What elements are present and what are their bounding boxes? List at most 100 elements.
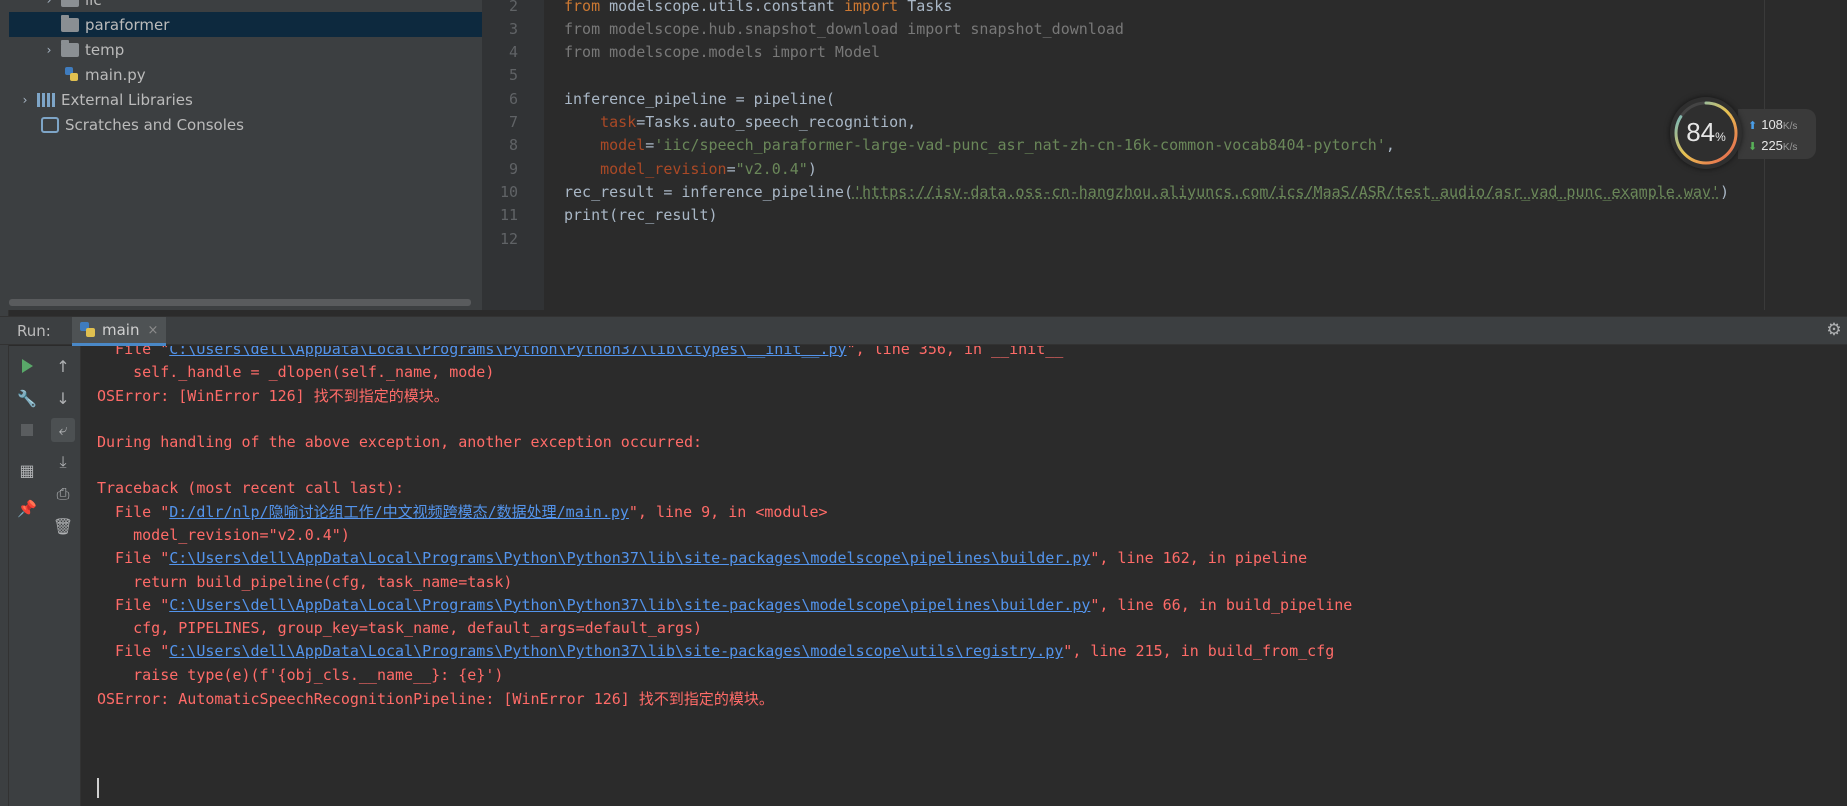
scratches-icon: [41, 116, 59, 133]
file-path-link[interactable]: C:\Users\dell\AppData\Local\Programs\Pyt…: [169, 549, 1090, 567]
line-number: 12: [499, 229, 518, 248]
code-editor[interactable]: 2 from modelscope.utils.constant import T…: [482, 0, 1847, 310]
python-icon: [80, 322, 96, 338]
console-text: self._handle = _dlopen(self._name, mode): [97, 362, 495, 381]
run-tab-label: main: [102, 321, 140, 339]
line-number: 4: [508, 43, 518, 62]
tree-item-label: paraformer: [85, 15, 170, 34]
pin-icon[interactable]: 📌: [15, 496, 39, 520]
print-icon[interactable]: ⎙: [51, 482, 75, 506]
console-text: ", line 9, in <module>: [628, 502, 828, 521]
wrench-icon[interactable]: 🔧: [15, 386, 39, 410]
console-text: ", line 356, in __init__: [846, 346, 1064, 358]
line-number: 10: [499, 182, 518, 201]
code-token: from modelscope.hub.snapshot_download im…: [564, 19, 1124, 38]
code-line: 12: [482, 225, 1847, 252]
run-icon[interactable]: [15, 354, 39, 378]
download-speed: ⬇ 225K/s: [1748, 138, 1797, 153]
code-token: modelscope.utils.constant: [609, 0, 844, 15]
up-arrow-icon[interactable]: ↑: [51, 354, 75, 378]
run-toolbar-primary: 🔧 ▦ 📌: [9, 346, 45, 806]
tree-item-label: temp: [85, 40, 125, 59]
code-token: inference_pipeline = pipeline(: [564, 89, 835, 108]
cpu-percent-value: 84: [1686, 117, 1716, 147]
code-token: (rec_result): [609, 206, 718, 225]
network-speed-widget[interactable]: ⬆ 108K/s ⬇ 225K/s 84%: [1670, 97, 1818, 169]
code-token: 'iic/speech_paraformer-large-vad-punc_as…: [654, 136, 1386, 155]
cpu-gauge: 84%: [1670, 97, 1742, 169]
chevron-right-icon[interactable]: ›: [41, 0, 57, 7]
upload-speed: ⬆ 108K/s: [1748, 117, 1797, 132]
file-path-link[interactable]: D:/dlr/nlp/隐喻讨论组工作/中文视频跨模态/数据处理/main.py: [169, 501, 629, 522]
tree-item-temp[interactable]: › temp: [9, 37, 482, 62]
project-tree: › iic paraformer › temp main.py › Extern…: [0, 0, 482, 310]
console-text: File ": [97, 642, 170, 661]
console-text: ", line 215, in build_from_cfg: [1063, 642, 1335, 661]
code-token: ): [807, 159, 817, 178]
stop-icon[interactable]: [15, 418, 39, 442]
tree-item-scratches[interactable]: Scratches and Consoles: [9, 112, 482, 137]
tree-item-label: External Libraries: [61, 90, 193, 109]
console-text: ", line 162, in pipeline: [1090, 549, 1308, 568]
console-text: File ": [97, 502, 170, 521]
soft-wrap-icon[interactable]: ⤶: [51, 418, 75, 442]
upload-speed-unit: K/s: [1782, 121, 1798, 132]
console-text: OSError: [WinError 126] 找不到指定的模块。: [97, 386, 449, 405]
down-arrow-icon[interactable]: ↓: [51, 386, 75, 410]
code-token: model_revision: [600, 159, 727, 178]
console-text: return build_pipeline(cfg, task_name=tas…: [97, 572, 513, 591]
line-number: 9: [508, 159, 518, 178]
download-speed-unit: K/s: [1782, 142, 1798, 153]
cpu-percent: 84%: [1684, 117, 1728, 148]
code-token: ,: [1385, 136, 1395, 155]
console-text: File ": [97, 549, 170, 568]
code-token: print: [564, 206, 610, 225]
layout-icon[interactable]: ▦: [15, 458, 39, 482]
code-token: from: [564, 0, 610, 15]
tree-item-iic[interactable]: › iic: [9, 0, 482, 12]
gear-icon[interactable]: ⚙: [1825, 321, 1843, 339]
code-token: =: [726, 159, 736, 178]
tree-item-external-libraries[interactable]: › External Libraries: [9, 87, 482, 112]
tree-item-label: iic: [85, 0, 102, 9]
close-icon[interactable]: ×: [147, 323, 158, 338]
code-token: Tasks: [907, 0, 953, 15]
code-token: =: [645, 136, 655, 155]
tree-item-main-py[interactable]: main.py: [9, 62, 482, 87]
chevron-right-icon[interactable]: ›: [41, 43, 57, 57]
scroll-to-end-icon[interactable]: ⤓: [51, 450, 75, 474]
upload-speed-value: 108: [1761, 117, 1783, 132]
file-path-link[interactable]: C:\Users\dell\AppData\Local\Programs\Pyt…: [169, 642, 1063, 660]
console-text: OSError: AutomaticSpeechRecognitionPipel…: [97, 689, 774, 708]
code-token: model: [600, 136, 646, 155]
upload-arrow-icon: ⬆: [1748, 120, 1758, 132]
line-number: 11: [499, 206, 518, 225]
file-path-link[interactable]: C:\Users\dell\AppData\Local\Programs\Pyt…: [169, 596, 1090, 614]
code-token: "v2.0.4": [735, 159, 808, 178]
console-output[interactable]: File " C:\Users\dell\AppData\Local\Progra…: [81, 346, 1847, 806]
trash-icon[interactable]: 🗑: [51, 514, 75, 538]
line-number: 6: [508, 89, 518, 108]
console-text: raise type(e)(f'{obj_cls.__name__}: {e}'…: [97, 665, 504, 684]
run-tab-main[interactable]: main ×: [72, 317, 167, 346]
run-toolbar-secondary: ↑ ↓ ⤶ ⤓ ⎙ 🗑: [45, 346, 81, 806]
tree-item-paraformer[interactable]: paraformer: [9, 12, 482, 37]
folder-icon: [61, 0, 79, 7]
console-text: File ": [97, 595, 170, 614]
console-text: ", line 66, in build_pipeline: [1090, 595, 1353, 614]
code-token: 'https://isv-data.oss-cn-hangzhou.aliyun…: [852, 182, 1720, 201]
code-token: ): [1719, 182, 1729, 201]
horizontal-scrollbar[interactable]: [9, 299, 471, 306]
python-file-icon: [65, 66, 79, 83]
chevron-right-icon[interactable]: ›: [17, 93, 33, 107]
code-text: print(rec_result): [564, 206, 718, 224]
tree-item-label: main.py: [85, 65, 146, 84]
libraries-icon: [37, 92, 55, 107]
file-path-link[interactable]: C:\Users\dell\AppData\Local\Programs\Pyt…: [169, 346, 846, 358]
line-number: 8: [508, 136, 518, 155]
console-text: cfg, PIPELINES, group_key=task_name, def…: [97, 619, 703, 638]
console-text: Traceback (most recent call last):: [97, 479, 405, 498]
